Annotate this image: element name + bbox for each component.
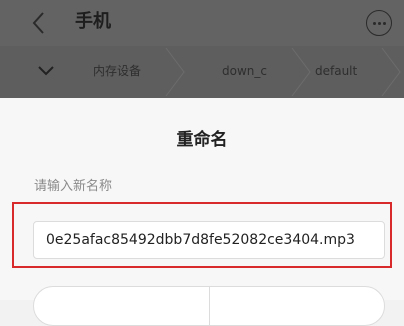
more-options-button[interactable] xyxy=(366,10,392,36)
breadcrumb: 内存设备 down_c default xyxy=(0,46,404,98)
more-dot-icon xyxy=(373,22,376,25)
confirm-button[interactable] xyxy=(210,287,385,325)
dialog-button-row xyxy=(33,286,385,326)
dialog-title: 重命名 xyxy=(176,130,228,150)
breadcrumb-item-default[interactable]: default xyxy=(315,63,357,79)
breadcrumb-separator-icon xyxy=(165,47,185,97)
more-dot-icon xyxy=(378,22,381,25)
breadcrumb-item-down-c[interactable]: down_c xyxy=(222,63,267,79)
chevron-down-icon[interactable] xyxy=(36,60,56,82)
cancel-button[interactable] xyxy=(34,287,209,325)
rename-dialog: 重命名 请输入新名称 xyxy=(0,98,404,326)
new-name-input[interactable] xyxy=(33,221,385,259)
page-title: 手机 xyxy=(75,11,111,32)
input-hint-label: 请输入新名称 xyxy=(34,179,113,194)
more-dot-icon xyxy=(383,22,386,25)
app-header: 手机 xyxy=(0,0,404,46)
back-icon[interactable] xyxy=(28,10,50,36)
breadcrumb-separator-icon xyxy=(291,47,311,97)
breadcrumb-item-storage[interactable]: 内存设备 xyxy=(93,63,141,79)
breadcrumb-separator-icon xyxy=(381,47,401,97)
